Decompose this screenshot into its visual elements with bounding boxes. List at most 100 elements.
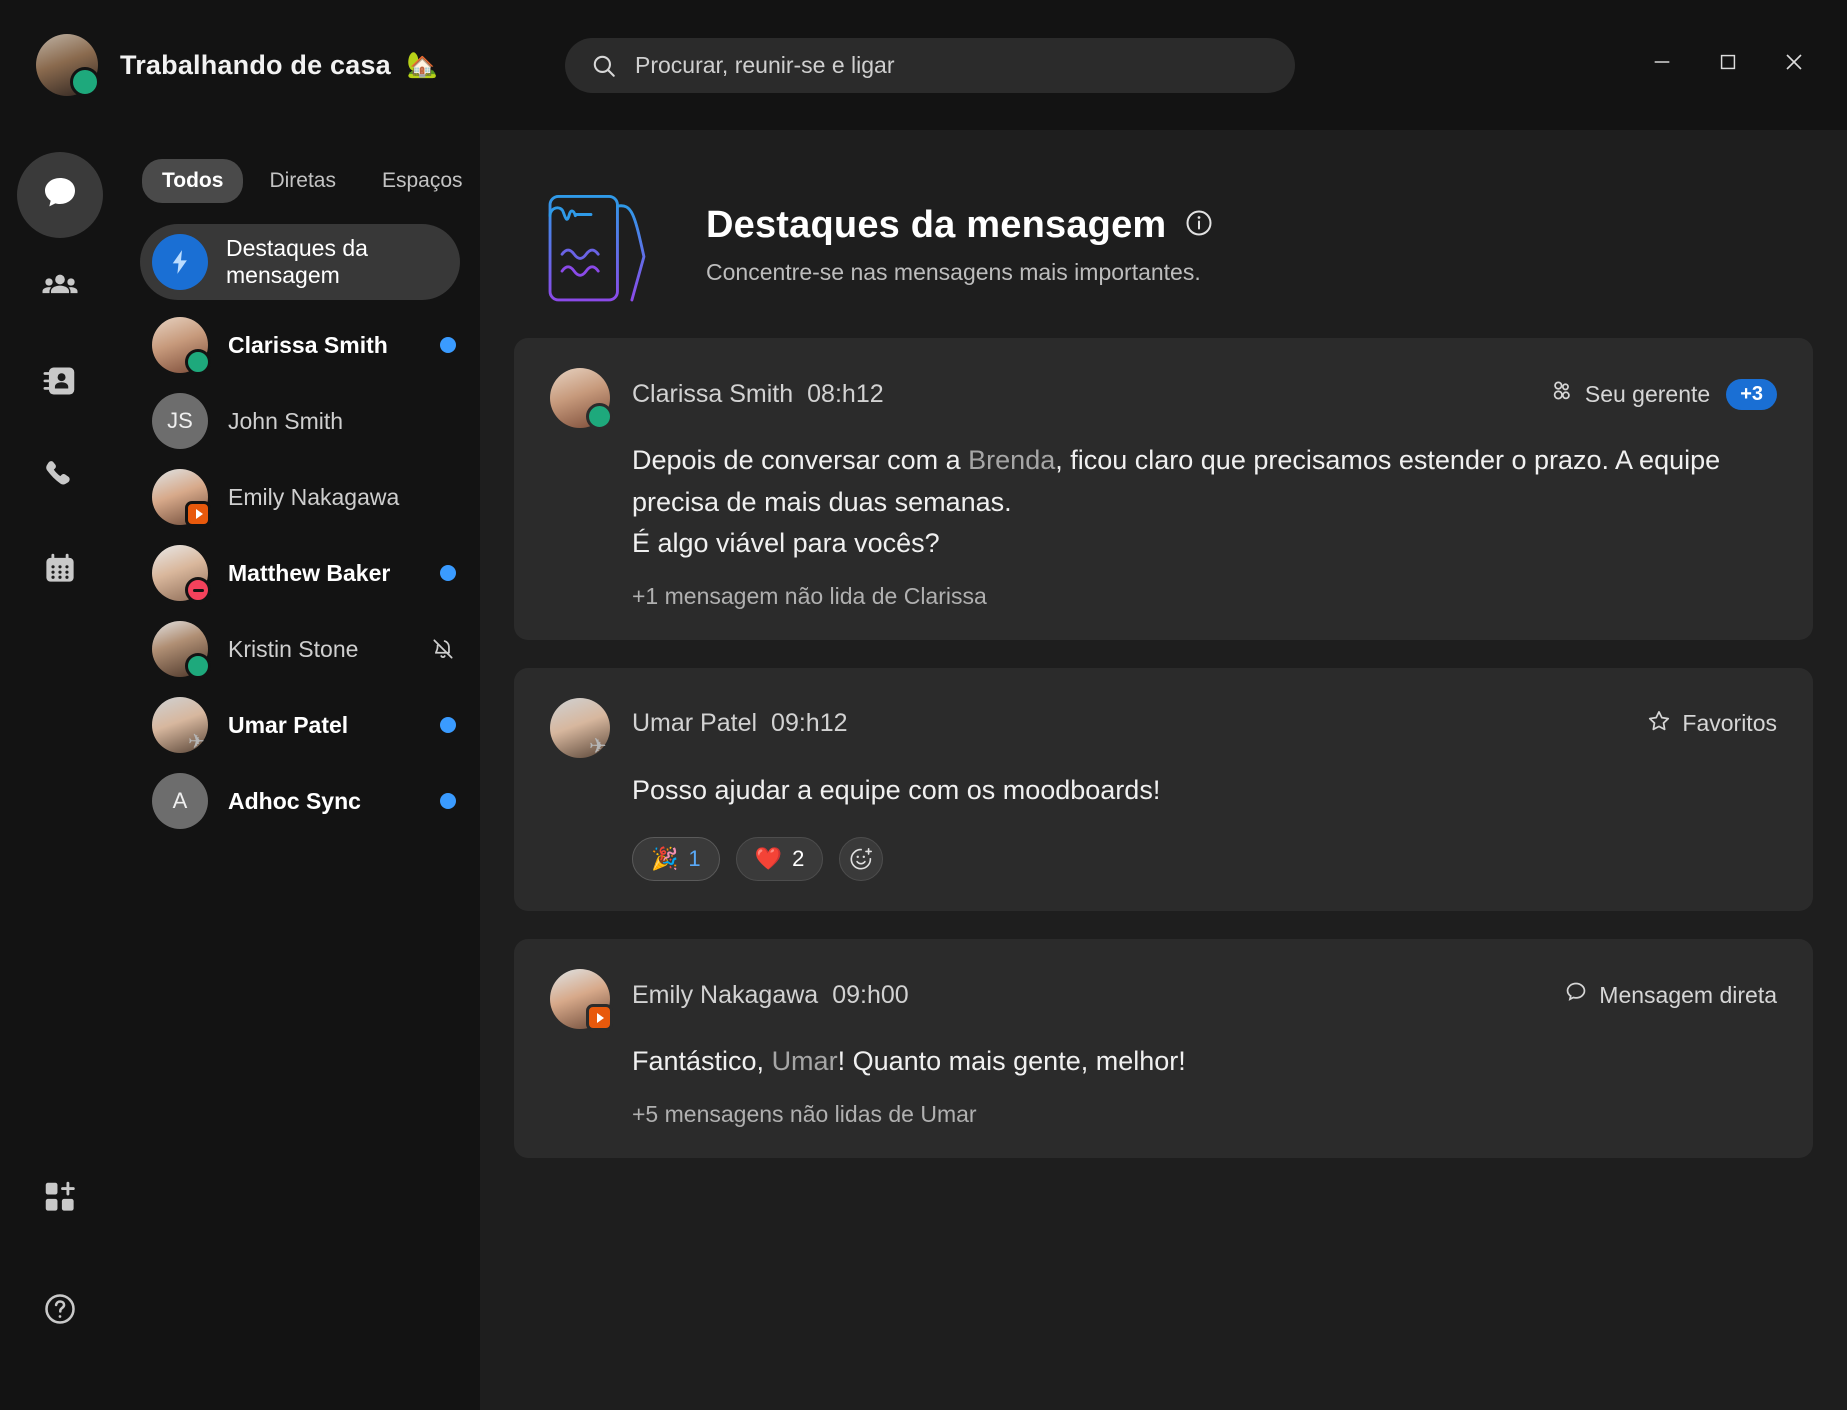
status-badge-label: Mensagem direta — [1599, 981, 1777, 1008]
contact-name: Kristin Stone — [228, 635, 359, 662]
message-text-line3: É algo viável para vocês? — [632, 528, 940, 559]
party-popper-emoji-icon: 🎉 — [651, 846, 679, 872]
close-button[interactable] — [1761, 32, 1827, 92]
highlight-card-body: Fantástico, Umar! Quanto mais gente, mel… — [632, 1041, 1777, 1128]
list-item[interactable]: Emily Nakagawa — [120, 460, 480, 534]
people-group-icon — [1549, 378, 1575, 410]
sidebar-item-message-highlights[interactable]: Destaques da mensagem — [140, 224, 460, 300]
lightning-bolt-icon — [152, 234, 208, 290]
tab-espacos[interactable]: Espaços — [362, 159, 483, 203]
people-icon — [40, 267, 80, 312]
minimize-button[interactable] — [1629, 32, 1695, 92]
message-timestamp: 09:h12 — [771, 709, 848, 738]
list-item-status — [440, 337, 456, 353]
message-text: Depois de conversar com a Brenda, ficou … — [632, 440, 1777, 523]
tab-diretas[interactable]: Diretas — [249, 159, 356, 203]
list-item[interactable]: JS John Smith — [120, 384, 480, 458]
main-content: Destaques da mensagem Concentre-se nas m… — [480, 130, 1847, 1410]
list-item[interactable]: Clarissa Smith — [120, 308, 480, 382]
mention-token[interactable]: Brenda — [968, 445, 1055, 475]
status-badge: Seu gerente +3 — [1549, 378, 1777, 410]
list-item[interactable]: Kristin Stone — [120, 612, 480, 686]
presence-indicator-available — [70, 67, 100, 97]
sidebar-item-label: Destaques da mensagem — [226, 235, 368, 288]
rail-item-calling[interactable] — [17, 434, 103, 520]
message-text-before: Fantástico, — [632, 1046, 772, 1077]
user-status-block[interactable]: Trabalhando de casa 🏡 — [0, 34, 560, 97]
highlight-card[interactable]: Emily Nakagawa 09:h00 Mensagem direta Fa… — [514, 939, 1813, 1158]
contact-name: Clarissa Smith — [228, 331, 388, 358]
avatar — [152, 545, 211, 603]
presence-indicator-away-travel-icon: ✈ — [188, 731, 205, 753]
navigation-rail — [0, 130, 120, 1410]
avatar: JS — [152, 393, 208, 449]
page-title: Destaques da mensagem — [706, 204, 1167, 246]
avatar-initials-text: A — [152, 773, 208, 829]
rail-item-messaging[interactable] — [17, 152, 103, 238]
highlight-card-header: Clarissa Smith 08:h12 Seu gerente +3 — [550, 368, 1777, 430]
calendar-icon — [41, 550, 79, 593]
search-placeholder: Procurar, reunir-se e ligar — [635, 52, 895, 78]
add-reaction-icon[interactable] — [839, 837, 884, 882]
overflow-count-badge: +3 — [1726, 378, 1777, 410]
message-author: Emily Nakagawa — [632, 980, 819, 1009]
message-text-before: Depois de conversar com a — [632, 445, 969, 475]
highlight-card[interactable]: Clarissa Smith 08:h12 Seu gerente +3 Dep… — [514, 338, 1813, 640]
search-icon — [591, 53, 617, 79]
info-icon[interactable] — [1184, 208, 1214, 243]
avatar-initials-text: JS — [152, 393, 208, 449]
avatar — [152, 621, 211, 679]
highlight-card-body: Posso ajudar a equipe com os moodboards!… — [632, 770, 1777, 882]
mute-bell-icon — [430, 636, 456, 662]
avatar — [550, 368, 613, 430]
presence-indicator-in-meeting — [586, 1004, 613, 1032]
search-input[interactable]: Procurar, reunir-se e ligar — [565, 38, 1295, 93]
chat-bubble-icon — [40, 173, 80, 218]
rail-item-apps[interactable] — [17, 1156, 103, 1242]
app-body: Todos Diretas Espaços Destaques da mensa… — [0, 130, 1847, 1410]
highlight-card[interactable]: ✈ Umar Patel 09:h12 Favoritos Posso ajud… — [514, 667, 1813, 912]
conversation-filter-tabs: Todos Diretas Espaços — [120, 152, 513, 210]
tab-todos[interactable]: Todos — [142, 159, 244, 203]
status-badge: Mensagem direta — [1563, 979, 1777, 1011]
highlight-card-header: ✈ Umar Patel 09:h12 Favoritos — [550, 697, 1777, 758]
chat-bubble-outline-icon — [1563, 979, 1589, 1011]
mention-token[interactable]: Umar — [772, 1046, 838, 1076]
contact-name: Emily Nakagawa — [228, 483, 400, 510]
note-highlight-illustration — [528, 182, 678, 312]
list-item[interactable]: Matthew Baker — [120, 536, 480, 610]
user-status-title: Trabalhando de casa — [120, 49, 391, 80]
presence-indicator-available — [185, 349, 211, 375]
title-bar: Trabalhando de casa 🏡 Procurar, reunir-s… — [0, 0, 1847, 130]
maximize-button[interactable] — [1695, 32, 1761, 92]
message-author: Umar Patel — [632, 709, 758, 738]
window-controls — [1629, 32, 1827, 92]
house-emoji-icon: 🏡 — [406, 50, 439, 79]
highlight-card-body: Depois de conversar com a Brenda, ficou … — [632, 440, 1777, 610]
rail-item-help[interactable] — [17, 1268, 103, 1354]
reaction-chip-party[interactable]: 🎉 1 — [632, 837, 720, 882]
apps-add-icon — [41, 1178, 79, 1221]
rail-item-meetings[interactable] — [17, 528, 103, 614]
unread-dot-icon — [440, 717, 456, 733]
presence-indicator-in-meeting — [185, 501, 211, 527]
reaction-chip-heart[interactable]: ❤️ 2 — [735, 837, 824, 882]
reaction-count: 2 — [792, 846, 805, 872]
message-text-after: ! Quanto mais gente, melhor! — [837, 1046, 1186, 1077]
unread-summary: +1 mensagem não lida de Clarissa — [632, 582, 987, 609]
contact-name: Matthew Baker — [228, 559, 391, 586]
presence-indicator-dnd — [185, 577, 211, 603]
message-author: Clarissa Smith — [632, 379, 794, 408]
presence-indicator-available — [185, 653, 211, 679]
unread-dot-icon — [440, 337, 456, 353]
avatar[interactable] — [36, 34, 100, 97]
avatar — [550, 969, 613, 1032]
app-window: Trabalhando de casa 🏡 Procurar, reunir-s… — [0, 0, 1847, 1410]
list-item[interactable]: ✈ Umar Patel — [120, 688, 480, 762]
rail-item-teams[interactable] — [17, 246, 103, 332]
rail-item-contacts[interactable] — [17, 340, 103, 426]
presence-indicator-away-travel-icon: ✈ — [589, 734, 607, 758]
page-header: Destaques da mensagem Concentre-se nas m… — [514, 166, 1813, 338]
contact-name: John Smith — [228, 407, 344, 434]
list-item[interactable]: A Adhoc Sync — [120, 764, 480, 838]
